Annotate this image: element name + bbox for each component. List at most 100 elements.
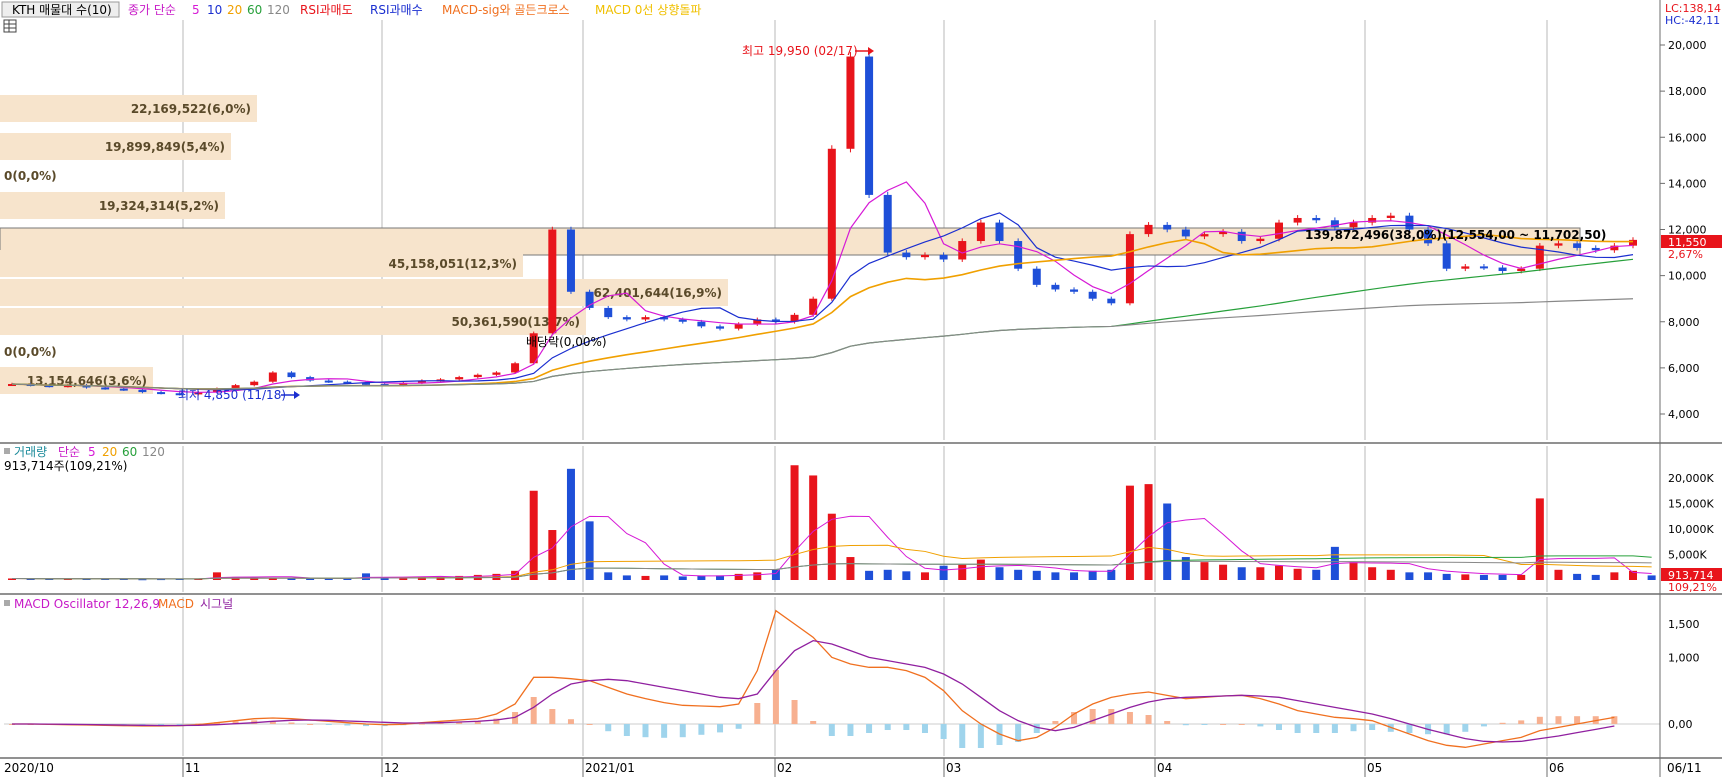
candle-body (1629, 239, 1637, 246)
volume-bar (1032, 570, 1041, 580)
volume-bar (1014, 569, 1023, 580)
oscillator-bar (1536, 716, 1543, 724)
candle-body (604, 307, 613, 318)
candle-body (1312, 217, 1321, 221)
oscillator-bar (1238, 724, 1245, 725)
oscillator-bar (586, 724, 593, 725)
oscillator-bar (921, 724, 928, 733)
x-tick-label: 12 (384, 761, 399, 775)
candle-body (865, 56, 874, 195)
volume-bar (883, 569, 892, 580)
candle-body (827, 148, 836, 299)
profile-label: 0(0,0%) (4, 169, 57, 183)
price-tick-label: 10,000 (1668, 270, 1707, 283)
oscillator-bar (1201, 724, 1208, 725)
oscillator-bar (567, 719, 574, 724)
main-indicator-chip[interactable]: KTH 매물대 수(10) (12, 3, 112, 17)
signal-legend: 시그널 (200, 597, 233, 611)
oscillator-bar (1350, 724, 1357, 732)
candle-body (548, 229, 557, 334)
volume-bar (1219, 564, 1228, 580)
volume-ma-label: 단순 (58, 445, 80, 459)
volume-bar (138, 579, 147, 581)
volume-bar (1498, 574, 1507, 580)
candle-body (1442, 243, 1451, 269)
oscillator-bar (866, 724, 873, 733)
oscillator-bar (884, 724, 891, 730)
x-tick-label: 06 (1549, 761, 1564, 775)
oscillator-bar (530, 697, 537, 724)
oscillator-bar (325, 724, 332, 725)
oscillator-bar (698, 724, 705, 735)
vol-ma120-legend: 120 (142, 445, 165, 459)
candle-body (716, 326, 725, 329)
oscillator-bar (903, 724, 910, 730)
volume-bar (771, 569, 780, 580)
candle-body (1461, 266, 1470, 269)
profile-label: 62,401,644(16,9%) (593, 286, 722, 300)
x-tick-label: 05 (1367, 761, 1382, 775)
volume-bar (585, 521, 594, 580)
oscillator-bar (1574, 716, 1581, 724)
volume-bar (976, 559, 985, 580)
hc-readout: HC:-42,11 (1665, 14, 1720, 27)
volume-bar (362, 573, 371, 580)
oscillator-bar (605, 724, 612, 732)
volume-bar (1442, 573, 1451, 580)
oscillator-bar (1182, 724, 1189, 726)
candle-body (1163, 224, 1172, 230)
oscillator-bar (307, 724, 314, 725)
macd-tick-label: 0,00 (1668, 718, 1693, 731)
candle-body (1479, 266, 1488, 269)
oscillator-bar (1126, 712, 1133, 724)
volume-bar (1312, 569, 1321, 580)
oscillator-bar (791, 700, 798, 724)
candle-body (511, 363, 520, 373)
candle-body (1070, 289, 1079, 292)
price-tick-label: 18,000 (1668, 85, 1707, 98)
candle-body (268, 372, 277, 382)
vol-ma5-legend: 5 (88, 445, 96, 459)
vol-ma60-legend: 60 (122, 445, 137, 459)
candle-body (1144, 224, 1153, 235)
candle-body (1032, 268, 1041, 285)
volume-bar (529, 490, 538, 580)
candle-body (473, 374, 482, 378)
oscillator-bar (1406, 724, 1413, 733)
oscillator-bar (623, 724, 630, 736)
volume-current-pct: 109,21% (1668, 581, 1717, 594)
oscillator-bar (642, 724, 649, 738)
oscillator-bar (549, 709, 556, 724)
candle-body (1256, 238, 1265, 242)
oscillator-bar (940, 724, 947, 739)
oscillator-bar (1164, 721, 1171, 724)
oscillator-bar (1331, 724, 1338, 733)
profile-label: 45,158,051(12,3%) (388, 257, 517, 271)
price-tick-label: 8,000 (1668, 316, 1700, 329)
volume-bar (1573, 573, 1582, 580)
volume-bar (1274, 565, 1283, 580)
candle-body (492, 372, 501, 375)
volume-tick-label: 5,000K (1668, 549, 1707, 562)
table-icon[interactable] (3, 19, 17, 33)
oscillator-bar (1275, 724, 1282, 730)
vol-ma20-legend: 20 (102, 445, 117, 459)
candle-body (119, 388, 128, 391)
volume-bar (1517, 574, 1526, 580)
volume-bar (1610, 572, 1619, 580)
candle-body (1237, 231, 1246, 242)
ma120-legend: 120 (267, 3, 290, 17)
oscillator-bar (344, 724, 351, 726)
ma-legend-label: 종가 단순 (128, 3, 176, 17)
candle-body (1107, 298, 1116, 304)
macd-tick-label: 1,000 (1668, 651, 1700, 664)
candle-body (697, 321, 706, 327)
profile-label: 22,169,522(6,0%) (131, 102, 251, 116)
low-annotation: 최저 4,850 (11/18) (178, 388, 286, 402)
candle-body (138, 389, 147, 393)
x-tick-label: 2020/10 (4, 761, 54, 775)
price-tick-label: 20,000 (1668, 39, 1707, 52)
oscillator-bar (754, 703, 761, 724)
ma10-legend: 10 (207, 3, 222, 17)
volume-bar (1424, 572, 1433, 580)
